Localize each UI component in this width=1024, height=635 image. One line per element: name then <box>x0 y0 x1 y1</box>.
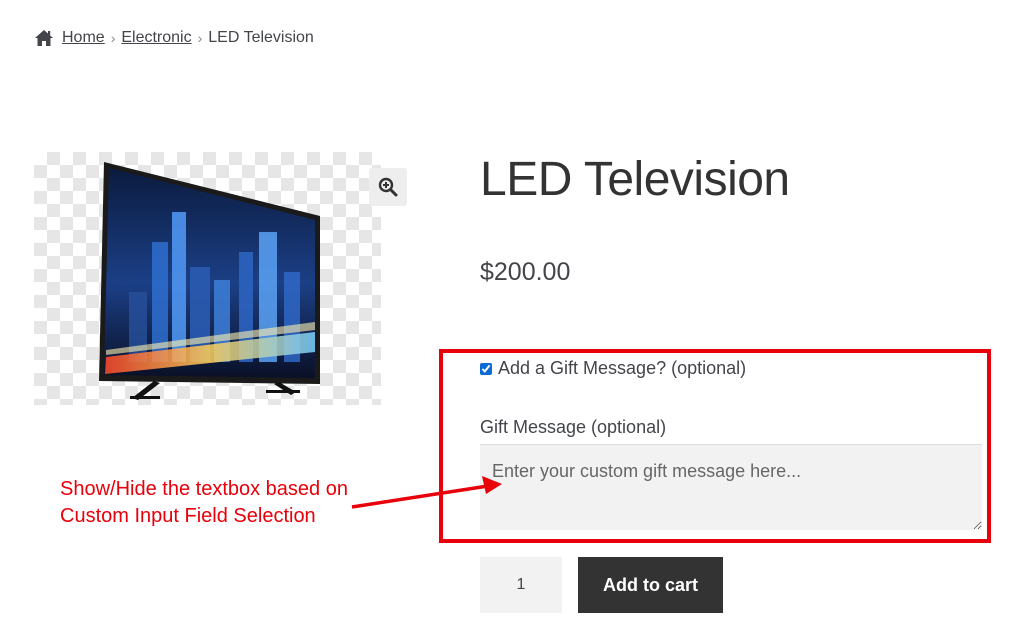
zoom-button[interactable] <box>369 168 407 206</box>
add-to-cart-button[interactable]: Add to cart <box>578 557 723 613</box>
quantity-input[interactable] <box>480 557 562 613</box>
breadcrumb-separator: › <box>110 30 116 46</box>
gift-message-checkbox[interactable] <box>480 362 492 375</box>
annotation-text: Show/Hide the textbox based on Custom In… <box>60 476 390 530</box>
product-price: $200.00 <box>480 258 571 286</box>
annotation-line-2: Custom Input Field Selection <box>60 505 316 527</box>
breadcrumb-current: LED Television <box>208 29 314 46</box>
home-icon <box>35 30 53 46</box>
zoom-in-icon <box>378 177 398 197</box>
gift-message-checkbox-row[interactable]: Add a Gift Message? (optional) <box>480 358 746 379</box>
television-image <box>99 162 320 400</box>
product-title: LED Television <box>480 153 790 206</box>
product-image[interactable] <box>34 152 381 405</box>
breadcrumb-home-link[interactable]: Home <box>62 29 105 47</box>
breadcrumb: Home › Electronic › LED Television <box>34 29 314 47</box>
gift-message-checkbox-label: Add a Gift Message? (optional) <box>498 358 747 378</box>
gift-message-textarea[interactable] <box>480 444 982 530</box>
breadcrumb-category-link[interactable]: Electronic <box>121 29 191 47</box>
annotation-line-1: Show/Hide the textbox based on <box>60 478 348 500</box>
breadcrumb-separator: › <box>197 30 203 46</box>
gift-message-label: Gift Message (optional) <box>480 417 667 437</box>
